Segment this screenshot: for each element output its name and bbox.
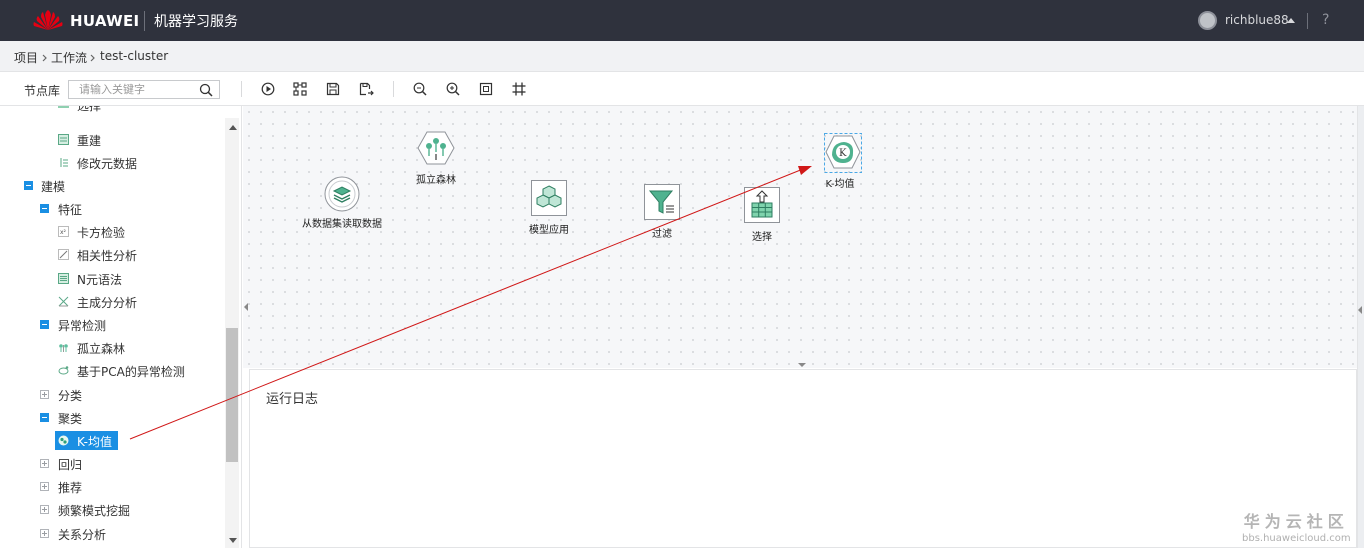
select-icon (744, 187, 780, 223)
breadcrumb-chevron-icon (90, 54, 95, 62)
expand-toggle-icon[interactable] (40, 529, 49, 538)
expand-toggle-icon[interactable] (40, 482, 49, 491)
toolbar-divider (241, 81, 242, 97)
collapse-right-arrow-icon[interactable] (1358, 306, 1362, 314)
canvas-node-label: 选择 (752, 232, 772, 243)
filter-icon (644, 184, 680, 220)
canvas-node-isolation-forest[interactable] (417, 130, 455, 169)
canvas-node-label: 孤立森林 (416, 175, 456, 186)
watermark-url: bbs.huaweicloud.com (1242, 533, 1351, 544)
collapse-left-arrow-icon[interactable] (244, 303, 248, 311)
select-icon (58, 106, 69, 108)
zoom-out-icon[interactable] (412, 81, 428, 97)
collapse-toggle-icon[interactable] (40, 413, 49, 422)
isolation-forest-icon (417, 131, 455, 165)
breadcrumb-item-project[interactable]: 项目 (14, 49, 38, 66)
service-title: 机器学习服务 (154, 14, 238, 30)
fit-icon[interactable] (478, 81, 494, 97)
kmeans-icon (58, 435, 69, 446)
pca-anomaly-icon (58, 366, 69, 375)
collapse-toggle-icon[interactable] (40, 320, 49, 329)
username[interactable]: richblue88 (1225, 13, 1289, 27)
run-log-panel: 运行日志 (249, 369, 1357, 548)
canvas-node-select[interactable] (744, 187, 780, 226)
huawei-logo-icon (33, 10, 63, 30)
help-icon[interactable]: ? (1322, 12, 1329, 28)
svg-text:K: K (839, 148, 847, 159)
breadcrumb-chevron-icon (42, 54, 47, 62)
expand-toggle-icon[interactable] (40, 390, 49, 399)
canvas-node-label: 模型应用 (529, 225, 569, 236)
ngram-icon (58, 273, 69, 284)
kmeans-icon: K (824, 133, 862, 173)
correlation-icon (58, 249, 69, 260)
user-avatar[interactable] (1198, 11, 1217, 30)
canvas-node-kmeans[interactable]: K (824, 133, 862, 176)
pca-icon (58, 296, 69, 307)
scroll-up-arrow-icon[interactable] (229, 125, 237, 130)
brand-divider (144, 11, 145, 31)
collapse-toggle-icon[interactable] (40, 204, 49, 213)
scroll-down-arrow-icon[interactable] (229, 538, 237, 543)
watermark-text: 华为云社区 (1243, 512, 1349, 531)
header-divider (1307, 13, 1308, 29)
tree-scrollbar-thumb[interactable] (226, 328, 238, 462)
model-apply-icon (531, 180, 567, 216)
isolation-forest-icon (59, 344, 68, 352)
expand-toggle-icon[interactable] (40, 505, 49, 514)
collapse-down-arrow-icon[interactable] (798, 363, 806, 367)
save-as-icon[interactable] (358, 81, 374, 97)
canvas-node-label: K-均值 (825, 179, 855, 190)
breadcrumb-item-workflow[interactable]: 工作流 (51, 49, 87, 66)
layout-icon[interactable] (292, 81, 308, 97)
grid-icon[interactable] (511, 81, 527, 97)
save-icon[interactable] (325, 81, 341, 97)
canvas-node-label: 从数据集读取数据 (302, 219, 382, 230)
node-library-tree: 选择 重建 修改元数据 建模 特征 x² 卡方检验 相关性分析 N元语法 主成分… (0, 106, 242, 548)
node-library-label: 节点库 (24, 84, 61, 98)
node-search[interactable] (68, 80, 220, 99)
canvas-node-label: 过滤 (652, 229, 672, 240)
toolbar-divider (393, 81, 394, 97)
run-icon[interactable] (260, 81, 276, 97)
canvas-node-model-apply[interactable] (531, 180, 567, 219)
canvas-node-dataset-read[interactable] (324, 176, 360, 215)
dataset-read-icon (324, 176, 360, 212)
metadata-icon (60, 158, 68, 167)
search-icon[interactable] (199, 83, 213, 97)
run-log-title: 运行日志 (266, 392, 319, 407)
zoom-in-icon[interactable] (445, 81, 461, 97)
brand-name: HUAWEI (70, 12, 140, 30)
toolbar: 节点库 (0, 72, 1364, 106)
rebuild-icon (58, 134, 69, 145)
watermark: 华为云社区 bbs.huaweicloud.com (1242, 508, 1351, 544)
right-collapse-strip (1357, 106, 1364, 548)
user-menu-caret-icon[interactable] (1287, 18, 1295, 23)
expand-toggle-icon[interactable] (40, 459, 49, 468)
breadcrumb: 项目 工作流 test-cluster (0, 41, 1364, 72)
canvas-node-filter[interactable] (644, 184, 680, 223)
svg-text:x²: x² (60, 229, 67, 236)
collapse-toggle-icon[interactable] (24, 181, 33, 190)
breadcrumb-item-current: test-cluster (100, 49, 169, 63)
chi-square-icon: x² (58, 226, 69, 237)
node-search-input[interactable] (79, 82, 194, 97)
top-bar: HUAWEI 机器学习服务 richblue88 ? (0, 0, 1364, 41)
workflow-canvas[interactable]: 从数据集读取数据 孤立森林 模型应用 过滤 选择 K K-均值 (243, 106, 1357, 368)
